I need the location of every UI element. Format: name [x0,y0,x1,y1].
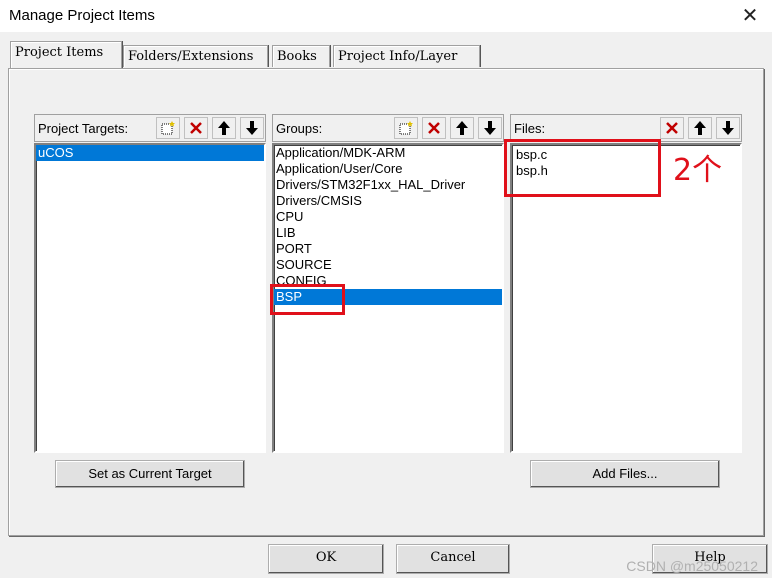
list-item-group[interactable]: CPU [274,209,502,225]
cancel-button[interactable]: Cancel [396,544,510,574]
window-title: Manage Project Items [9,7,155,24]
list-item-target[interactable]: uCOS [36,145,264,161]
list-item-group[interactable]: PORT [274,241,502,257]
delete-file-button[interactable] [660,117,684,139]
move-up-icon [694,121,706,135]
add-files-button[interactable]: Add Files... [530,460,720,488]
tab-books[interactable]: Books [272,45,330,67]
tab-strip: Project Items Folders/Extensions Books P… [0,41,772,69]
move-up-icon [456,121,468,135]
groups-label: Groups: [276,121,323,136]
tab-folders-extensions[interactable]: Folders/Extensions [123,45,268,67]
annotation-box-files [504,139,661,197]
move-down-group-button[interactable] [478,117,502,139]
annotation-box-bsp [270,284,345,315]
move-down-icon [484,121,496,135]
new-group-button[interactable] [394,117,418,139]
title-bar: Manage Project Items ✕ [0,0,772,32]
move-up-icon [218,121,230,135]
move-up-target-button[interactable] [212,117,236,139]
list-item-group[interactable]: Drivers/STM32F1xx_HAL_Driver [274,177,502,193]
delete-target-button[interactable] [184,117,208,139]
ok-button[interactable]: OK [268,544,384,574]
delete-icon [666,122,678,134]
files-header: Files: [510,114,742,142]
move-up-file-button[interactable] [688,117,712,139]
tab-project-info-layer[interactable]: Project Info/Layer [333,45,480,67]
targets-header: Project Targets: [34,114,266,142]
list-item-group[interactable]: SOURCE [274,257,502,273]
targets-label: Project Targets: [38,121,129,136]
move-down-file-button[interactable] [716,117,740,139]
tab-project-items[interactable]: Project Items [10,41,122,68]
list-item-group[interactable]: Drivers/CMSIS [274,193,502,209]
watermark: CSDN @m25050212 [626,558,758,574]
list-item-group[interactable]: Application/MDK-ARM [274,145,502,161]
files-label: Files: [514,121,546,136]
new-item-icon [399,121,413,135]
list-item-group[interactable]: LIB [274,225,502,241]
delete-icon [190,122,202,134]
move-down-target-button[interactable] [240,117,264,139]
delete-group-button[interactable] [422,117,446,139]
move-down-icon [246,121,258,135]
targets-list[interactable]: uCOS [34,143,266,453]
move-down-icon [722,121,734,135]
delete-icon [428,122,440,134]
groups-header: Groups: [272,114,504,142]
new-target-button[interactable] [156,117,180,139]
new-item-icon [161,121,175,135]
list-item-group[interactable]: Application/User/Core [274,161,502,177]
close-icon[interactable]: ✕ [730,0,770,32]
annotation-count-text: 2个 [673,153,723,188]
move-up-group-button[interactable] [450,117,474,139]
set-current-target-button[interactable]: Set as Current Target [55,460,245,488]
